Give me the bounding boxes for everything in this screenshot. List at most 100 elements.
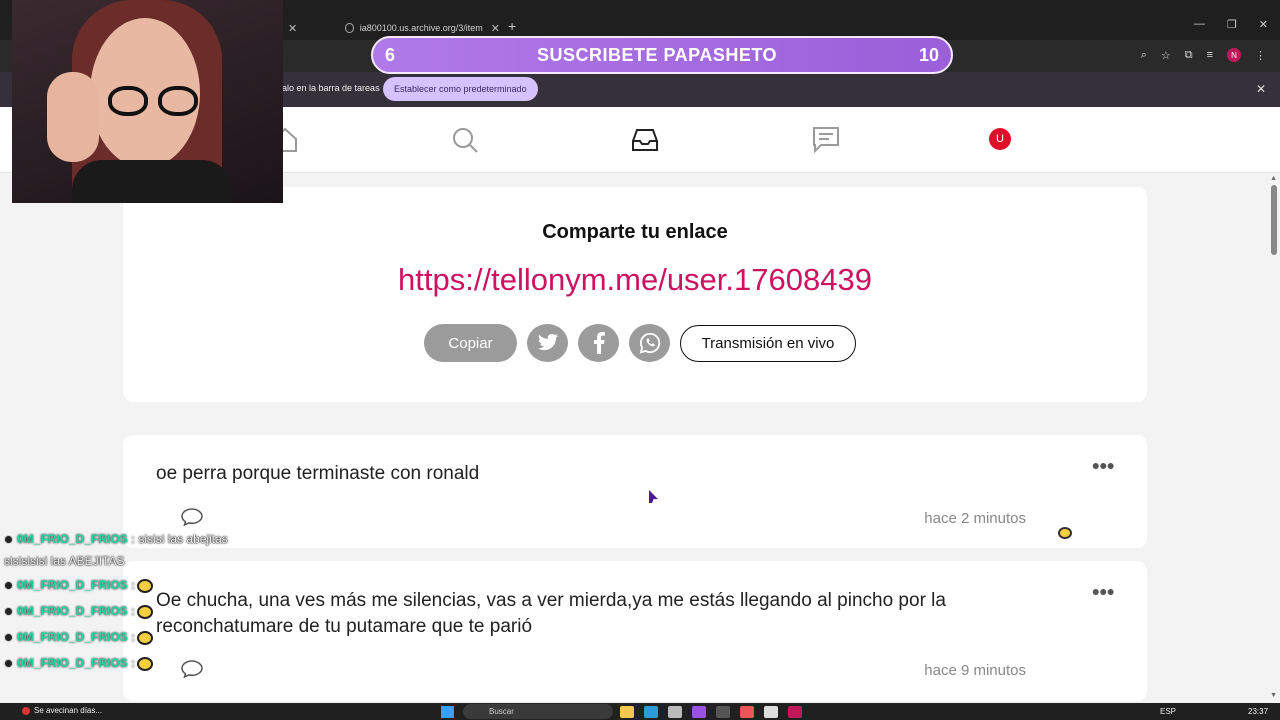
file-explorer-icon[interactable] xyxy=(620,706,634,718)
chat-separator: : xyxy=(131,630,136,644)
browser-tab[interactable]: ✕ xyxy=(280,16,340,40)
chat-separator: : xyxy=(131,578,136,592)
bee-emote-icon xyxy=(1058,527,1072,539)
chat-message: sisisisisi las ABEJITAS xyxy=(4,554,124,568)
share-title: Comparte tu enlace xyxy=(542,221,728,243)
windows-taskbar: Se avecinan días... Buscar ESP 23:37 xyxy=(0,703,1280,720)
bee-emote-icon xyxy=(137,604,154,619)
new-tab-icon[interactable]: + xyxy=(508,18,516,34)
user-avatar[interactable]: U xyxy=(989,128,1011,150)
webcam-overlay xyxy=(12,0,283,203)
chat-message: 0M_FRIO_D_FRIOS : xyxy=(4,630,154,645)
live-stream-button[interactable]: Transmisión en vivo xyxy=(680,324,856,362)
close-window-icon[interactable]: ✕ xyxy=(1259,18,1268,31)
chat-badge-icon xyxy=(4,535,13,545)
chat-separator: : xyxy=(131,604,136,618)
message-card: oe perra porque terminaste con ronald ●●… xyxy=(123,435,1147,548)
media-icon[interactable]: ≡ xyxy=(1207,49,1213,61)
infobar-text: alo en la barra de tareas xyxy=(282,83,380,93)
start-icon[interactable] xyxy=(441,706,454,718)
store-icon[interactable] xyxy=(668,706,682,718)
chat-message: 0M_FRIO_D_FRIOS : sisisi las abejitas xyxy=(4,532,228,546)
chat-badge-icon xyxy=(4,607,13,617)
chat-username: 0M_FRIO_D_FRIOS xyxy=(17,532,128,546)
goal-target: 10 xyxy=(918,44,939,65)
language-indicator[interactable]: ESP xyxy=(1160,707,1176,716)
bee-emote-icon xyxy=(137,656,154,671)
notification-icon xyxy=(22,706,30,715)
scroll-thumb[interactable] xyxy=(1271,185,1277,255)
webcam-shirt xyxy=(72,160,232,203)
star-icon[interactable]: ☆ xyxy=(1161,49,1171,62)
menu-icon[interactable]: ⋮ xyxy=(1255,49,1266,62)
copy-button[interactable]: Copiar xyxy=(424,324,517,362)
chat-separator: : xyxy=(131,656,136,670)
clock[interactable]: 23:37 xyxy=(1248,707,1268,716)
browser-icon[interactable] xyxy=(788,706,802,718)
facebook-share-button[interactable] xyxy=(578,324,619,362)
chat-text: sisisi las abejitas xyxy=(138,532,228,546)
edge-icon[interactable] xyxy=(644,706,658,718)
maximize-icon[interactable]: ❐ xyxy=(1227,18,1237,31)
app-icon[interactable] xyxy=(716,706,730,718)
twitter-icon xyxy=(537,333,558,351)
window-controls: — ❐ ✕ xyxy=(1194,18,1268,31)
chat-text: sisisisisi las ABEJITAS xyxy=(4,554,125,568)
goal-current: 6 xyxy=(385,44,396,65)
webcam-glasses xyxy=(108,86,148,116)
tab-title: ia800100.us.archive.org/3/item xyxy=(359,23,483,33)
reply-icon[interactable] xyxy=(181,508,203,526)
chat-icon[interactable] xyxy=(811,125,841,155)
more-options-icon[interactable]: ●●● xyxy=(1092,583,1115,599)
chat-badge-icon xyxy=(4,581,13,591)
taskbar-apps xyxy=(620,706,802,718)
taskbar-notification[interactable]: Se avecinan días... xyxy=(22,706,102,715)
chat-message: 0M_FRIO_D_FRIOS : xyxy=(4,656,154,671)
brave-icon[interactable] xyxy=(740,706,754,718)
goal-title: SUSCRIBETE PAPASHETO xyxy=(536,44,778,65)
close-icon[interactable]: ✕ xyxy=(491,22,500,35)
share-link-card: Comparte tu enlace https://tellonym.me/u… xyxy=(123,187,1147,402)
chat-username: 0M_FRIO_D_FRIOS xyxy=(17,630,128,644)
globe-icon xyxy=(345,23,354,33)
message-text: Oe chucha, una ves más me silencias, vas… xyxy=(156,590,946,637)
reply-icon[interactable] xyxy=(181,660,203,678)
profile-link[interactable]: https://tellonym.me/user.17608439 xyxy=(123,262,1147,298)
extensions-icon[interactable]: ⧉ xyxy=(1185,49,1193,62)
app-icon[interactable] xyxy=(692,706,706,718)
minimize-icon[interactable]: — xyxy=(1194,18,1205,31)
scroll-up-icon[interactable]: ▲ xyxy=(1270,175,1277,182)
message-card: Oe chucha, una ves más me silencias, vas… xyxy=(123,561,1147,701)
scroll-down-icon[interactable]: ▼ xyxy=(1270,692,1277,699)
inbox-icon[interactable] xyxy=(630,125,660,155)
bee-emote-icon xyxy=(137,630,154,645)
zoom-icon[interactable]: ⌕ xyxy=(1141,49,1147,62)
chat-message: 0M_FRIO_D_FRIOS : xyxy=(4,604,154,619)
close-icon[interactable]: ✕ xyxy=(288,22,297,35)
chat-message: 0M_FRIO_D_FRIOS : xyxy=(4,578,154,593)
bee-emote-icon xyxy=(137,578,154,593)
message-text: oe perra porque terminaste con ronald xyxy=(156,463,480,484)
whatsapp-share-button[interactable] xyxy=(629,324,670,362)
search-icon[interactable] xyxy=(450,125,480,155)
message-time: hace 9 minutos xyxy=(924,662,1026,679)
toolbar-icons: ⌕ ☆ ⧉ ≡ N ⋮ xyxy=(1141,48,1266,62)
chat-username: 0M_FRIO_D_FRIOS xyxy=(17,578,128,592)
app-icon[interactable] xyxy=(764,706,778,718)
message-time: hace 2 minutos xyxy=(924,510,1026,527)
twitter-share-button[interactable] xyxy=(527,324,568,362)
whatsapp-icon xyxy=(639,332,660,354)
chat-username: 0M_FRIO_D_FRIOS xyxy=(17,656,128,670)
close-icon[interactable]: ✕ xyxy=(1256,82,1266,96)
facebook-icon xyxy=(593,332,605,354)
chat-username: 0M_FRIO_D_FRIOS xyxy=(17,604,128,618)
subscribe-goal-banner: 6 SUSCRIBETE PAPASHETO 10 xyxy=(371,36,953,74)
webcam-glasses xyxy=(158,86,198,116)
taskbar-search[interactable]: Buscar xyxy=(463,704,613,719)
chat-separator: : xyxy=(131,532,136,546)
more-options-icon[interactable]: ●●● xyxy=(1092,457,1115,473)
profile-avatar[interactable]: N xyxy=(1227,48,1241,62)
set-default-button[interactable]: Establecer como predeterminado xyxy=(383,77,538,101)
chat-badge-icon xyxy=(4,659,13,669)
notification-text: Se avecinan días... xyxy=(34,706,103,715)
